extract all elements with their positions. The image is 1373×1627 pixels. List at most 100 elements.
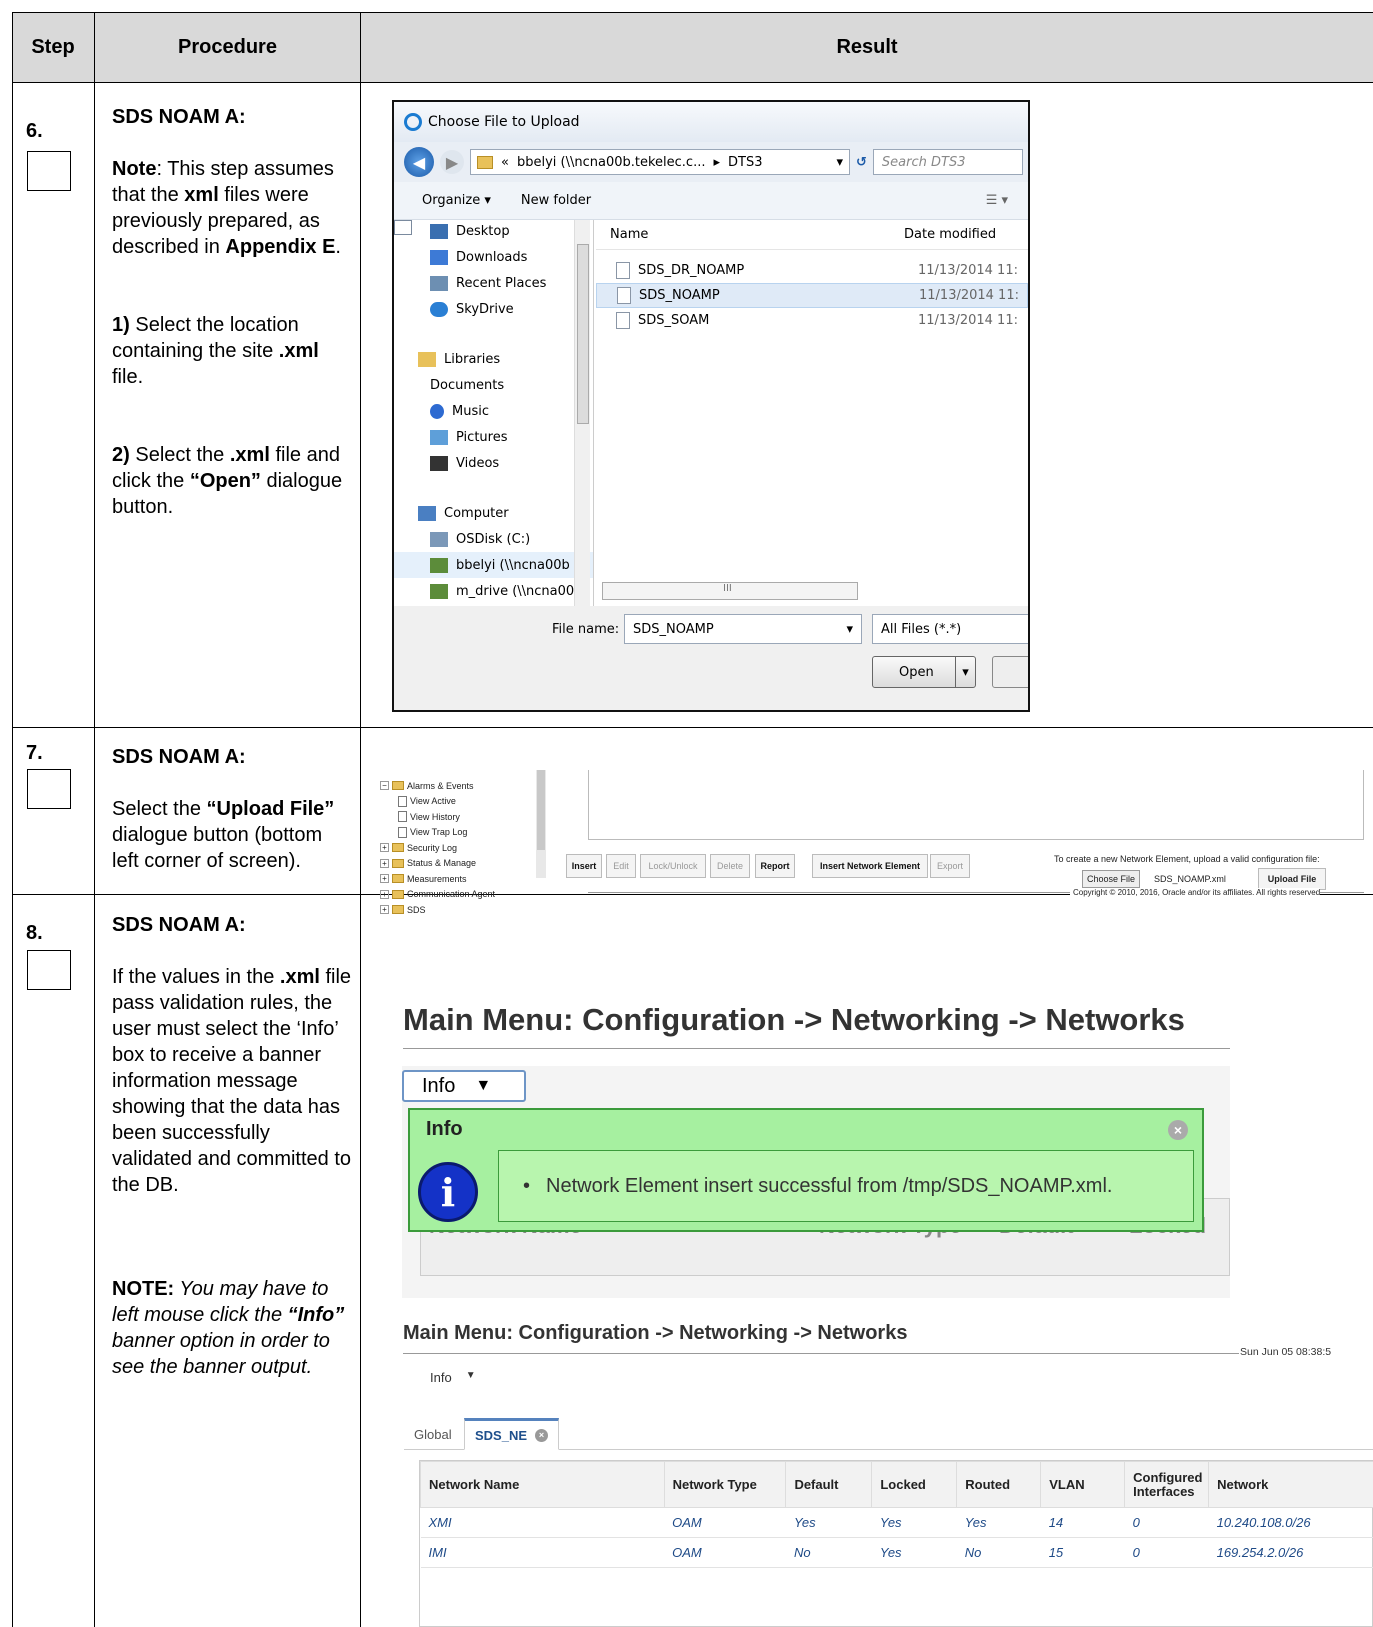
lock-unlock-button[interactable]: Lock/Unlock <box>640 854 706 878</box>
table-cell: Yes <box>871 1537 957 1568</box>
insert-button[interactable]: Insert <box>566 854 602 878</box>
item-text: file. <box>112 366 144 388</box>
tree-item[interactable]: + Measurements <box>380 871 530 887</box>
step-checkbox[interactable] <box>27 769 71 809</box>
expand-icon[interactable]: + <box>380 858 389 868</box>
column-header[interactable]: Routed <box>956 1461 1042 1508</box>
path-prefix: « <box>501 154 509 170</box>
column-header[interactable]: Configured Interfaces <box>1124 1461 1210 1508</box>
column-name[interactable]: Name <box>610 227 904 242</box>
open-button[interactable]: Open ▾ <box>872 656 976 688</box>
close-icon[interactable]: × <box>535 1428 549 1442</box>
chevron-down-icon[interactable]: ▾ <box>836 155 843 170</box>
expand-icon[interactable]: + <box>380 905 389 915</box>
nav-item[interactable]: Music <box>394 398 593 424</box>
chevron-down-icon[interactable]: ▾ <box>846 622 853 637</box>
network-drive-icon <box>430 557 448 573</box>
nav-scrollbar[interactable] <box>574 220 590 606</box>
path-box[interactable]: « bbelyi (\\ncna00b.tekelec.c... ▸ DTS3 … <box>470 149 850 175</box>
info-message-text: Network Element insert successful from /… <box>546 1174 1113 1197</box>
organize-menu[interactable]: Organize ▾ <box>422 193 491 208</box>
chevron-down-icon[interactable]: ▾ <box>955 657 975 687</box>
collapse-icon[interactable]: − <box>380 781 389 791</box>
tree-item[interactable]: + SDS <box>380 902 530 918</box>
info-dropdown-button[interactable]: Info ▼ <box>430 1370 476 1385</box>
tab-sds-ne[interactable]: SDS_NE × <box>464 1418 560 1450</box>
file-row[interactable]: SDS_DR_NOAMP 11/13/2014 11: <box>596 258 1028 283</box>
close-icon[interactable]: × <box>1168 1120 1188 1140</box>
tree-item[interactable]: View History <box>380 809 530 825</box>
file-name: SDS_DR_NOAMP <box>638 263 745 278</box>
nav-item[interactable]: Downloads <box>394 244 593 270</box>
file-type-select[interactable]: All Files (*.*) <box>872 614 1028 644</box>
refresh-icon[interactable]: ↺ <box>856 155 867 170</box>
column-header[interactable]: Locked <box>871 1461 958 1508</box>
nav-item-label: Computer <box>444 505 509 521</box>
file-icon <box>616 312 630 329</box>
export-button[interactable]: Export <box>930 854 970 878</box>
nav-item[interactable]: SkyDrive <box>394 296 593 322</box>
tree-item[interactable]: + Status & Manage <box>380 856 530 872</box>
report-button[interactable]: Report <box>755 854 795 878</box>
horizontal-scrollbar[interactable]: III <box>602 582 858 600</box>
cancel-button[interactable] <box>992 656 1028 688</box>
table-row[interactable]: XMI OAM Yes Yes Yes 14 0 10.240.108.0/26 <box>420 1507 1373 1538</box>
edit-button[interactable]: Edit <box>606 854 636 878</box>
step-checkbox[interactable] <box>27 950 71 990</box>
tree-item[interactable]: View Active <box>380 794 530 810</box>
nav-item[interactable]: Documents <box>394 220 593 398</box>
nav-item[interactable]: OSDisk (C:) <box>394 526 593 552</box>
path-leaf[interactable]: DTS3 <box>728 155 762 170</box>
column-header[interactable]: Network Name <box>420 1461 665 1508</box>
path-segment[interactable]: bbelyi (\\ncna00b.tekelec.c... <box>517 155 706 170</box>
search-input[interactable]: Search DTS3 <box>872 149 1023 175</box>
nav-item[interactable]: Videos <box>394 450 593 476</box>
choose-file-button[interactable]: Choose File <box>1082 870 1141 888</box>
nav-item[interactable]: m_drive (\\ncna00 <box>394 578 593 604</box>
back-arrow-icon[interactable]: ◀ <box>404 147 434 177</box>
nav-item[interactable]: Recent Places <box>394 270 593 296</box>
column-header[interactable]: VLAN <box>1040 1461 1126 1508</box>
column-header[interactable]: Network <box>1208 1461 1373 1508</box>
step-checkbox[interactable] <box>27 151 71 191</box>
page-title: Main Menu: Configuration -> Networking -… <box>403 1322 908 1344</box>
table-row[interactable]: IMI OAM No Yes No 15 0 169.254.2.0/26 <box>420 1537 1373 1568</box>
nav-item[interactable]: Computer <box>394 500 593 526</box>
view-options-icon[interactable]: ☰ ▾ <box>986 193 1008 208</box>
item-text: Select the <box>129 444 230 466</box>
tree-item[interactable]: + Security Log <box>380 840 530 856</box>
forward-arrow-icon[interactable]: ▶ <box>440 150 464 174</box>
file-row[interactable]: SDS_NOAMP 11/13/2014 11: <box>596 283 1028 308</box>
expand-icon[interactable]: + <box>380 889 389 899</box>
new-folder-button[interactable]: New folder <box>521 193 591 208</box>
column-date-modified[interactable]: Date modified <box>904 227 996 242</box>
column-header[interactable]: Network Type <box>663 1461 787 1508</box>
nav-item[interactable]: Pictures <box>394 424 593 450</box>
tree-item-label: View Active <box>410 796 456 807</box>
table-cell: Yes <box>785 1507 872 1538</box>
file-name-input[interactable]: SDS_NOAMP ▾ <box>624 614 862 644</box>
delete-button[interactable]: Delete <box>710 854 750 878</box>
tab-global[interactable]: Global <box>404 1418 462 1450</box>
upload-file-button[interactable]: Upload File <box>1258 868 1326 890</box>
step-text: Select the <box>112 798 207 820</box>
expand-icon[interactable]: + <box>380 843 389 853</box>
nav-item[interactable]: bbelyi (\\ncna00b <box>394 552 593 578</box>
folder-icon <box>392 781 404 791</box>
tree-item[interactable]: + Communication Agent <box>380 887 530 903</box>
expand-icon[interactable]: + <box>380 874 389 884</box>
table-cell: Yes <box>871 1507 957 1538</box>
nav-item[interactable]: Libraries <box>394 346 593 372</box>
tree-scrollbar[interactable] <box>536 770 546 878</box>
nav-item[interactable]: Desktop <box>394 218 593 244</box>
file-row[interactable]: SDS_SOAM 11/13/2014 11: <box>596 308 1028 333</box>
scroll-thumb[interactable] <box>537 770 545 850</box>
scroll-thumb[interactable] <box>577 244 589 424</box>
table-cell: 15 <box>1040 1537 1125 1568</box>
tree-item[interactable]: − Alarms & Events <box>380 778 530 794</box>
insert-network-element-button[interactable]: Insert Network Element <box>812 854 928 878</box>
column-header[interactable]: Default <box>785 1461 873 1508</box>
info-dropdown-button[interactable]: Info ▼ <box>402 1070 526 1102</box>
tree-item[interactable]: View Trap Log <box>380 825 530 841</box>
